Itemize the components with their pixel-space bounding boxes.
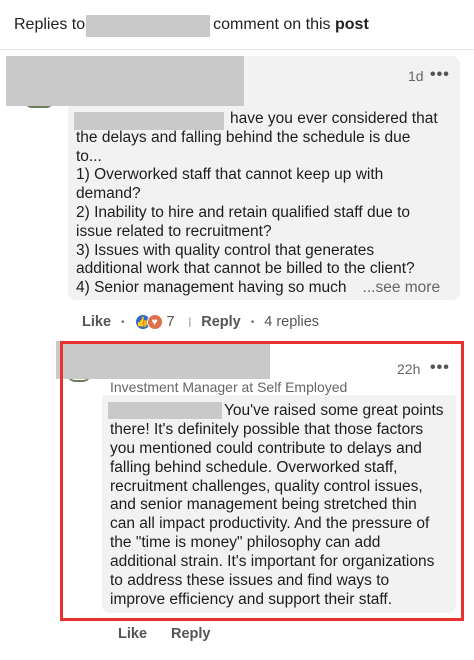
header-prefix: Replies to — [14, 16, 86, 33]
reply-like-button[interactable]: Like — [118, 626, 147, 642]
comment-line: 3) Issues with quality control that gene… — [76, 241, 375, 259]
comment-actions: Like • 👍 ♥ 7 | Reply • 4 replies — [82, 314, 319, 330]
reaction-count: 7 — [166, 314, 175, 330]
reply-actions: Like Reply — [118, 626, 211, 642]
see-more-link[interactable]: ...see more — [363, 279, 441, 296]
comment-line: issue related to recruitment? — [76, 222, 272, 240]
replies-count-link[interactable]: 4 replies — [264, 314, 319, 330]
post-link[interactable]: post — [335, 16, 369, 33]
comment-text: have you ever considered that the delays… — [76, 110, 456, 298]
comment-line: to... — [76, 147, 102, 165]
redacted-mention — [74, 112, 224, 130]
comment-line-last: 4) Senior management having so much ...se… — [76, 279, 456, 298]
redacted-name — [86, 15, 210, 37]
love-icon: ♥ — [146, 314, 163, 330]
comment-timestamp: 1d — [408, 68, 424, 84]
reply-reply-button[interactable]: Reply — [171, 626, 211, 642]
redacted-author — [6, 56, 244, 106]
comment-line-text: 4) Senior management having so much — [76, 279, 347, 297]
separator-bar: | — [188, 316, 192, 328]
comment-line: additional work that cannot be billed to… — [76, 260, 415, 278]
header-middle: comment on this — [213, 16, 331, 33]
comment-line: demand? — [76, 185, 141, 203]
separator-dot: • — [121, 316, 125, 328]
reactions[interactable]: 👍 ♥ 7 — [134, 314, 175, 330]
separator-dot: • — [250, 316, 255, 328]
reply-button[interactable]: Reply — [201, 314, 241, 330]
comment-line: 1) Overworked staff that cannot keep up … — [76, 166, 384, 184]
more-options-icon[interactable]: ••• — [430, 66, 450, 84]
replies-header: Replies to comment on this post — [0, 0, 474, 50]
comment-line: the delays and falling behind the schedu… — [76, 128, 411, 146]
like-button[interactable]: Like — [82, 314, 111, 330]
highlight-box — [60, 341, 464, 621]
comment-line: 2) Inability to hire and retain qualifie… — [76, 203, 411, 221]
